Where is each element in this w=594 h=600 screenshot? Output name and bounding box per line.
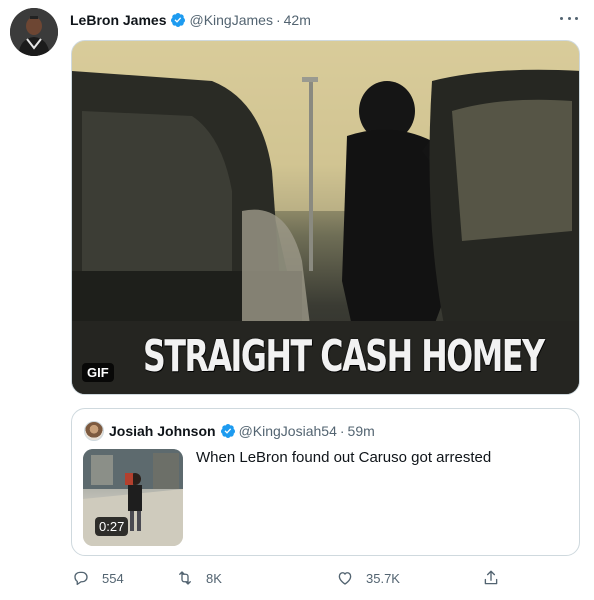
heart-icon [338, 572, 352, 585]
share-button[interactable] [482, 569, 500, 587]
gif-badge: GIF [82, 363, 114, 382]
separator-dot: · [275, 12, 281, 28]
verified-badge-icon [171, 13, 186, 27]
author-name[interactable]: LeBron James [70, 12, 166, 28]
quoted-tweet-timestamp: 59m [347, 423, 375, 439]
verified-badge-icon [220, 424, 235, 438]
separator-dot: · [339, 423, 345, 439]
tweet-action-bar: 554 8K 35.7K [72, 569, 502, 589]
quoted-author-handle: @KingJosiah54 [238, 423, 337, 439]
reply-icon [74, 571, 88, 586]
author-avatar[interactable] [10, 8, 58, 56]
quoted-tweet-header: Josiah Johnson @KingJosiah54 · 59m [84, 421, 375, 441]
author-handle[interactable]: @KingJames [189, 12, 272, 28]
retweet-count: 8K [206, 570, 222, 586]
retweet-button[interactable]: 8K [176, 569, 222, 587]
like-button[interactable]: 35.7K [336, 569, 400, 587]
like-count: 35.7K [366, 570, 400, 586]
quoted-tweet-text: When LeBron found out Caruso got arreste… [196, 449, 492, 466]
reply-button[interactable]: 554 [72, 569, 124, 587]
reply-count: 554 [102, 570, 124, 586]
tweet-header: LeBron James @KingJames · 42m [70, 10, 311, 30]
retweet-icon [179, 571, 191, 585]
tweet[interactable]: LeBron James @KingJames · 42m STRAIGHT C… [0, 0, 594, 600]
more-options-icon[interactable] [558, 10, 580, 26]
share-icon [484, 570, 498, 585]
gif-media[interactable]: STRAIGHT CASH HOMEY GIF [71, 40, 580, 395]
quoted-tweet[interactable]: Josiah Johnson @KingJosiah54 · 59m 0:27 … [71, 408, 580, 556]
gif-caption-text: STRAIGHT CASH HOMEY [142, 331, 545, 382]
video-duration-badge: 0:27 [95, 517, 129, 536]
tweet-timestamp[interactable]: 42m [284, 12, 311, 28]
quoted-author-avatar [84, 421, 104, 441]
quoted-author-name: Josiah Johnson [109, 423, 216, 439]
quoted-video-thumbnail[interactable]: 0:27 [83, 449, 183, 546]
